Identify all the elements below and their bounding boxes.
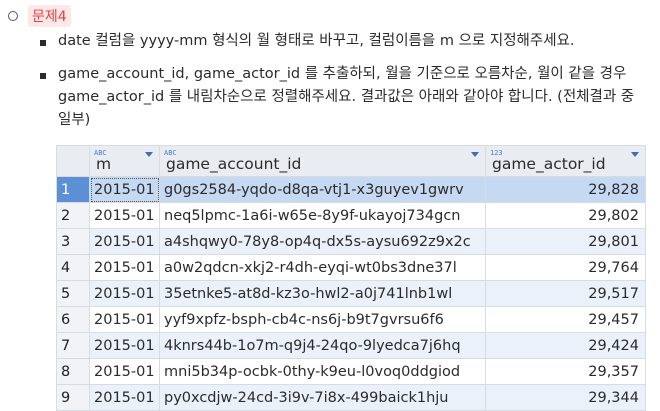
text-type-icon: ABC — [94, 149, 107, 157]
row-number-header[interactable] — [56, 145, 90, 177]
column-label: m — [96, 155, 112, 173]
table-row[interactable]: 7 2015-01 4knrs44b-1o7m-q9j4-24qo-9lyedca7… — [56, 332, 646, 359]
cell-m[interactable]: 2015-01 — [89, 306, 160, 333]
row-number-cell[interactable]: 9 — [56, 384, 90, 411]
table-row[interactable]: 9 2015-01 py0xcdjw-24cd-3i9v-7i8x-499baick… — [56, 384, 646, 411]
sort-dropdown-icon[interactable] — [471, 152, 479, 157]
instruction-item: game_account_id, game_actor_id 를 추출하되, 월… — [38, 63, 648, 132]
cell-m[interactable]: 2015-01 — [89, 384, 160, 411]
row-number-cell[interactable]: 1 — [56, 176, 90, 203]
column-label: game_account_id — [166, 155, 302, 173]
cell-m[interactable]: 2015-01 — [89, 332, 160, 359]
instruction-item: date 컬럼을 yyyy-mm 형식의 월 형태로 바꾸고, 컬럼이름을 m … — [38, 30, 648, 53]
row-number-cell[interactable]: 8 — [56, 358, 90, 385]
row-number-cell[interactable]: 4 — [56, 254, 90, 281]
cell-game-actor-id[interactable]: 29,802 — [485, 202, 646, 229]
cell-game-account-id[interactable]: mni5b34p-ocbk-0thy-k9eu-l0voq0ddgiod — [159, 358, 486, 385]
cell-game-actor-id[interactable]: 29,424 — [485, 332, 646, 359]
grid-header-row: ABC m ABC game_account_id 123 game_actor… — [56, 145, 646, 177]
row-number-cell[interactable]: 5 — [56, 280, 90, 307]
cell-m[interactable]: 2015-01 — [89, 176, 160, 203]
cell-game-account-id[interactable]: yyf9xpfz-bsph-cb4c-ns6j-b9t7gvrsu6f6 — [159, 306, 486, 333]
cell-game-actor-id[interactable]: 29,357 — [485, 358, 646, 385]
row-number-cell[interactable]: 7 — [56, 332, 90, 359]
row-number-cell[interactable]: 3 — [56, 228, 90, 255]
column-header-game-account-id[interactable]: ABC game_account_id — [159, 145, 486, 177]
cell-game-actor-id[interactable]: 29,828 — [485, 176, 646, 203]
column-header-game-actor-id[interactable]: 123 game_actor_id — [485, 145, 646, 177]
cell-game-account-id[interactable]: neq5lpmc-1a6i-w65e-8y9f-ukayoj734gcn — [159, 202, 486, 229]
table-row[interactable]: 2 2015-01 neq5lpmc-1a6i-w65e-8y9f-ukayoj73… — [56, 202, 646, 229]
cell-game-actor-id[interactable]: 29,517 — [485, 280, 646, 307]
cell-game-account-id[interactable]: py0xcdjw-24cd-3i9v-7i8x-499baick1hju — [159, 384, 486, 411]
number-type-icon: 123 — [490, 149, 503, 157]
table-row[interactable]: 1 2015-01 g0gs2584-yqdo-d8qa-vtj1-x3guyev1… — [56, 176, 646, 203]
cell-game-account-id[interactable]: a0w2qdcn-xkj2-r4dh-eyqi-wt0bs3dne37l — [159, 254, 486, 281]
table-row[interactable]: 6 2015-01 yyf9xpfz-bsph-cb4c-ns6j-b9t7gvrs… — [56, 306, 646, 333]
column-label: game_actor_id — [492, 155, 606, 173]
problem-badge: 문제4 — [28, 5, 71, 27]
cell-m[interactable]: 2015-01 — [89, 228, 160, 255]
cell-game-actor-id[interactable]: 29,457 — [485, 306, 646, 333]
cell-game-actor-id[interactable]: 29,344 — [485, 384, 646, 411]
sort-dropdown-icon[interactable] — [631, 152, 639, 157]
cell-m[interactable]: 2015-01 — [89, 254, 160, 281]
row-number-cell[interactable]: 6 — [56, 306, 90, 333]
cell-m[interactable]: 2015-01 — [89, 358, 160, 385]
table-row[interactable]: 3 2015-01 a4shqwy0-78y8-op4q-dx5s-aysu692z… — [56, 228, 646, 255]
cell-game-account-id[interactable]: g0gs2584-yqdo-d8qa-vtj1-x3guyev1gwrv — [159, 176, 486, 203]
cell-game-account-id[interactable]: a4shqwy0-78y8-op4q-dx5s-aysu692z9x2c — [159, 228, 486, 255]
table-row[interactable]: 5 2015-01 35etnke5-at8d-kz3o-hwl2-a0j741ln… — [56, 280, 646, 307]
column-header-m[interactable]: ABC m — [89, 145, 160, 177]
cell-game-account-id[interactable]: 4knrs44b-1o7m-q9j4-24qo-9lyedca7j6hq — [159, 332, 486, 359]
result-grid: ABC m ABC game_account_id 123 game_actor… — [56, 145, 646, 411]
circle-bullet-icon — [8, 11, 18, 21]
sort-dropdown-icon[interactable] — [145, 152, 153, 157]
cell-game-actor-id[interactable]: 29,801 — [485, 228, 646, 255]
text-type-icon: ABC — [164, 149, 177, 157]
cell-m[interactable]: 2015-01 — [89, 202, 160, 229]
cell-game-account-id[interactable]: 35etnke5-at8d-kz3o-hwl2-a0j741lnb1wl — [159, 280, 486, 307]
problem-heading: 문제4 — [8, 5, 71, 27]
row-number-cell[interactable]: 2 — [56, 202, 90, 229]
instruction-list: date 컬럼을 yyyy-mm 형식의 월 형태로 바꾸고, 컬럼이름을 m … — [38, 30, 648, 132]
cell-m[interactable]: 2015-01 — [89, 280, 160, 307]
table-row[interactable]: 8 2015-01 mni5b34p-ocbk-0thy-k9eu-l0voq0dd… — [56, 358, 646, 385]
cell-game-actor-id[interactable]: 29,764 — [485, 254, 646, 281]
table-row[interactable]: 4 2015-01 a0w2qdcn-xkj2-r4dh-eyqi-wt0bs3dn… — [56, 254, 646, 281]
